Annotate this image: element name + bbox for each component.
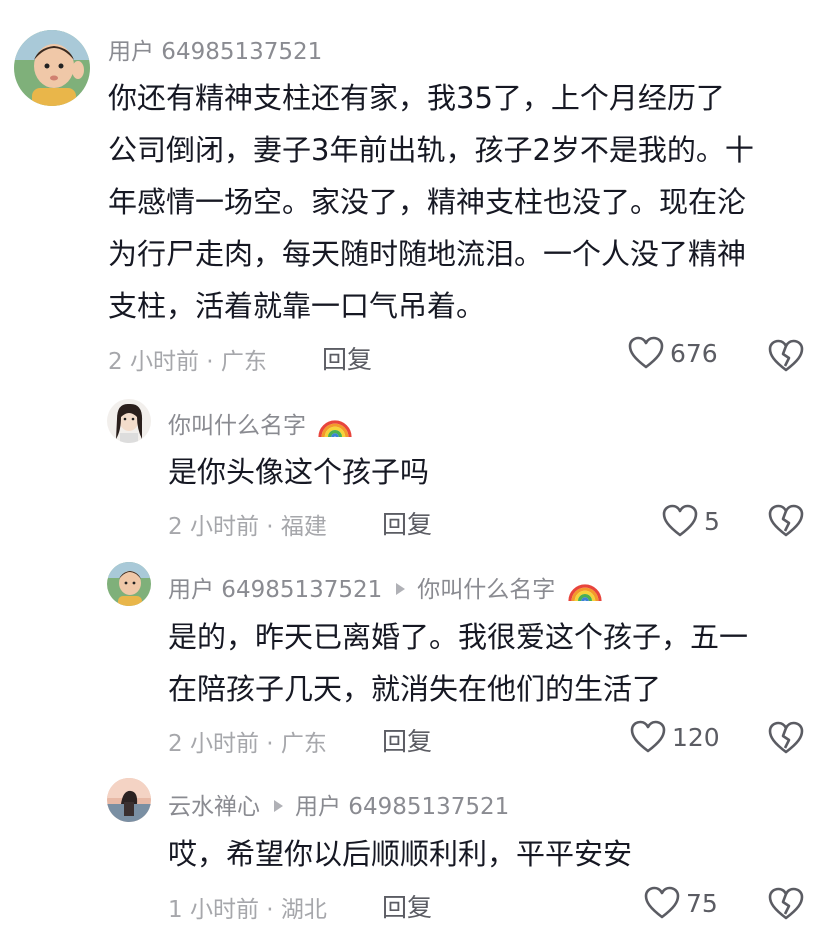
comment-text-line: 是的，昨天已离婚了。我很爱这个孩子，五一: [168, 620, 749, 654]
comment-text: 是你头像这个孩子吗: [168, 446, 429, 498]
dislike-button[interactable]: [768, 887, 804, 925]
heart-icon: [662, 504, 698, 538]
comment-text-line: 在陪孩子几天，就消失在他们的生活了: [168, 672, 662, 706]
dislike-button[interactable]: [768, 504, 804, 542]
comment-text-line: 为行尸走肉，每天随时随地流泪。一个人没了精神: [108, 237, 747, 271]
broken-heart-icon: [768, 721, 804, 759]
broken-heart-icon: [768, 504, 804, 542]
comment-time-location: 1 小时前 · 湖北: [168, 897, 327, 923]
reply-to-username: 你叫什么名字: [417, 577, 556, 603]
reply-to-username: 用户 64985137521: [295, 794, 510, 820]
reply-button[interactable]: 回复: [382, 722, 432, 758]
avatar[interactable]: [14, 30, 90, 106]
comment-text: 哎，希望你以后顺顺利利，平平安安: [168, 828, 632, 880]
reply-button[interactable]: 回复: [382, 888, 432, 924]
dislike-button[interactable]: [768, 339, 804, 377]
comment-time-location: 2 小时前 · 广东: [168, 731, 327, 757]
comment-text-line: 支柱，活着就靠一口气吊着。: [108, 289, 486, 323]
broken-heart-icon: [768, 887, 804, 925]
heart-icon: [630, 720, 666, 754]
comment-text-line: 你还有精神支柱还有家，我35了，上个月经历了: [108, 81, 725, 115]
comment-username[interactable]: 云水禅心 用户 64985137521: [168, 787, 509, 821]
like-button[interactable]: 75: [644, 886, 718, 920]
avatar[interactable]: [107, 399, 151, 443]
like-count: 5: [704, 506, 720, 536]
reply-arrow-icon: [396, 582, 406, 595]
like-count: 120: [672, 722, 720, 752]
comment-text-line: 哎，希望你以后顺顺利利，平平安安: [168, 837, 633, 871]
username-text: 用户 64985137521: [168, 577, 383, 603]
like-count: 75: [686, 888, 718, 918]
reply-button[interactable]: 回复: [322, 340, 372, 376]
dislike-button[interactable]: [768, 721, 804, 759]
comment-text: 你还有精神支柱还有家，我35了，上个月经历了 公司倒闭，妻子3年前出轨，孩子2岁…: [108, 72, 754, 332]
heart-icon: [644, 886, 680, 920]
like-button[interactable]: 676: [628, 336, 718, 370]
rainbow-icon: [567, 573, 603, 609]
like-count: 676: [670, 338, 718, 368]
username-text: 你叫什么名字: [168, 413, 306, 439]
comment-username[interactable]: 用户 64985137521 你叫什么名字: [168, 570, 603, 609]
rainbow-icon: [317, 409, 353, 445]
comment-text-line: 年感情一场空。家没了，精神支柱也没了。现在沦: [108, 185, 747, 219]
like-button[interactable]: 5: [662, 504, 720, 538]
reply-button[interactable]: 回复: [382, 505, 432, 541]
avatar[interactable]: [107, 562, 151, 606]
heart-icon: [628, 336, 664, 370]
comment-username[interactable]: 你叫什么名字: [168, 406, 353, 445]
username-text: 云水禅心: [168, 794, 260, 820]
comment-time-location: 2 小时前 · 福建: [168, 514, 327, 540]
comment-text-line: 是你头像这个孩子吗: [168, 455, 430, 489]
like-button[interactable]: 120: [630, 720, 720, 754]
reply-arrow-icon: [274, 799, 283, 812]
comment-username[interactable]: 用户 64985137521: [108, 32, 322, 66]
comment-text-line: 公司倒闭，妻子3年前出轨，孩子2岁不是我的。十: [108, 133, 754, 167]
avatar[interactable]: [107, 778, 151, 822]
comment-time-location: 2 小时前 · 广东: [108, 349, 267, 375]
broken-heart-icon: [768, 339, 804, 377]
comment-text: 是的，昨天已离婚了。我很爱这个孩子，五一 在陪孩子几天，就消失在他们的生活了: [168, 611, 748, 715]
